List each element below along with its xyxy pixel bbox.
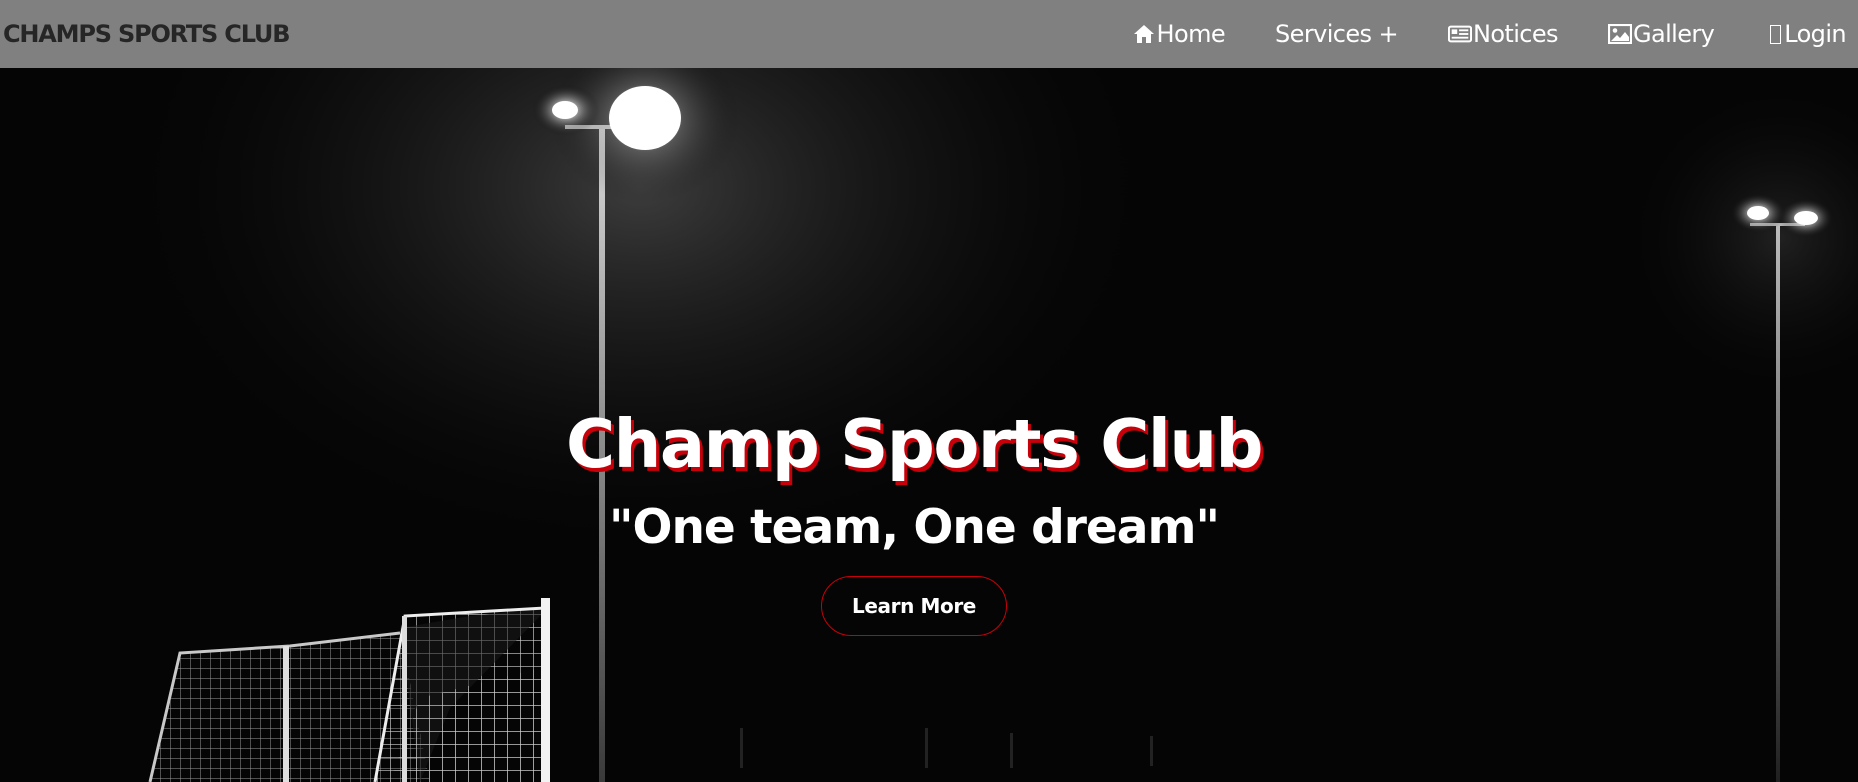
image-icon	[1607, 22, 1632, 46]
nav-item-label: Home	[1156, 20, 1226, 48]
nav-item-services[interactable]: Services +	[1275, 20, 1399, 48]
learn-more-button[interactable]: Learn More	[821, 576, 1007, 636]
brand-logo-text[interactable]: CHAMPS SPORTS CLUB	[3, 20, 291, 48]
nav-item-label: Gallery	[1632, 20, 1715, 48]
missing-glyph-icon	[1770, 24, 1782, 44]
nav-item-gallery[interactable]: Gallery	[1607, 20, 1715, 48]
nav-item-label: Services +	[1275, 20, 1399, 48]
nav-item-home[interactable]: Home	[1132, 20, 1226, 48]
nav-item-notices[interactable]: Notices	[1447, 20, 1559, 48]
page: CHAMPS SPORTS CLUB Home Services + Notic…	[0, 0, 1858, 782]
nav-item-label: Notices	[1472, 20, 1559, 48]
nav-item-label: Login	[1784, 20, 1846, 48]
hero-content: Champ Sports Club "One team, One dream" …	[0, 68, 1858, 782]
hero-motto: "One team, One dream"	[609, 500, 1220, 555]
nav-item-login[interactable]: Login	[1764, 20, 1847, 48]
hero-title: Champ Sports Club	[566, 405, 1264, 483]
nav-links: Home Services + Notices Gallery Login	[1082, 0, 1858, 68]
hero-section: Champ Sports Club "One team, One dream" …	[0, 68, 1858, 782]
navbar: CHAMPS SPORTS CLUB Home Services + Notic…	[0, 0, 1858, 68]
home-icon	[1132, 22, 1156, 46]
newspaper-icon	[1447, 22, 1472, 46]
